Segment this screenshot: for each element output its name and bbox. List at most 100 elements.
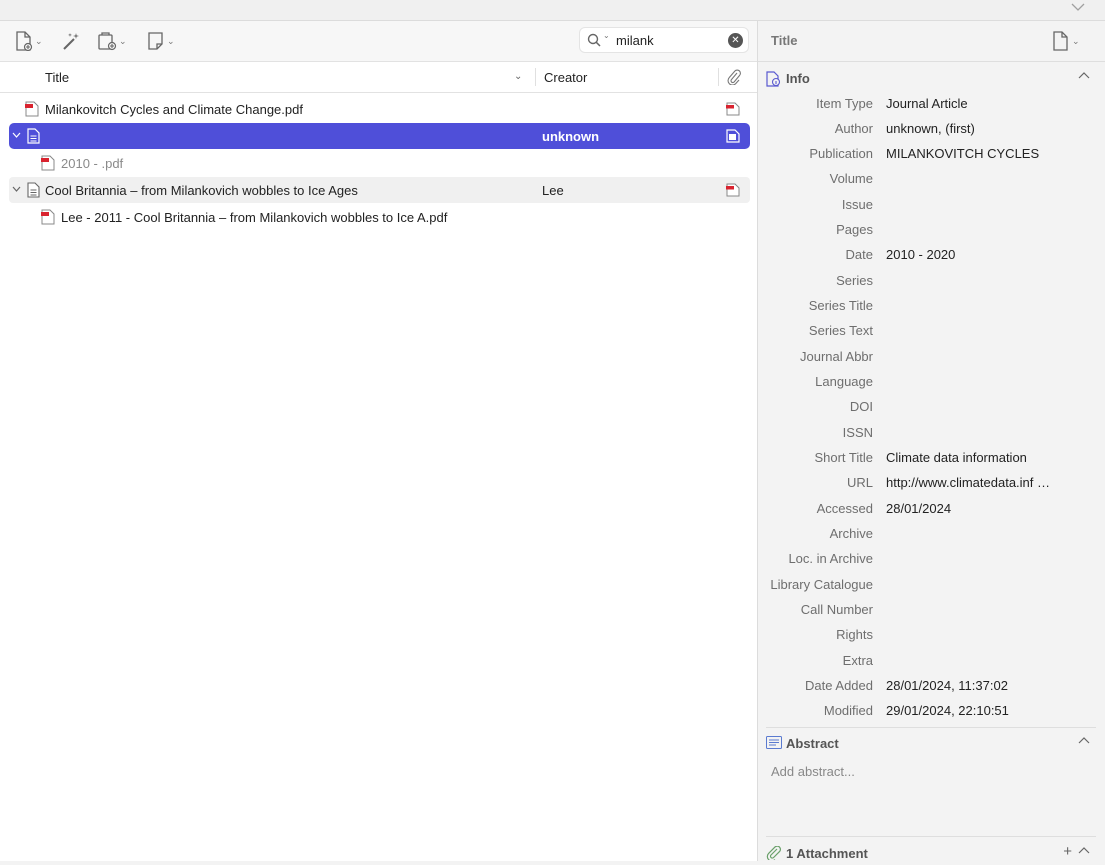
pdf-icon[interactable] — [726, 102, 740, 119]
chevron-down-icon[interactable] — [1071, 0, 1085, 14]
chevron-down-icon: ⌄ — [1072, 35, 1080, 46]
field-item-type[interactable]: Item Type Journal Article — [758, 96, 1105, 118]
magic-wand-icon — [61, 31, 81, 51]
abstract-input[interactable]: Add abstract... — [771, 764, 855, 779]
field-date-added: Date Added 28/01/2024, 11:37:02 — [758, 678, 1105, 700]
chevron-up-icon[interactable] — [1078, 845, 1090, 857]
info-section-header[interactable]: Info — [766, 68, 1096, 90]
field-value[interactable]: Climate data information — [886, 450, 1066, 465]
search-icon[interactable] — [587, 33, 601, 50]
row-creator: Lee — [542, 183, 564, 198]
row-title: Lee - 2011 - Cool Britannia – from Milan… — [61, 210, 448, 225]
table-row[interactable]: Lee - 2011 - Cool Britannia – from Milan… — [9, 204, 750, 230]
chevron-up-icon[interactable] — [1078, 70, 1090, 82]
field-value[interactable]: 28/01/2024 — [886, 501, 1066, 516]
chevron-down-icon: ⌄ — [35, 35, 43, 46]
field-volume[interactable]: Volume — [758, 171, 1105, 193]
field-label: Volume — [829, 171, 873, 186]
column-divider[interactable] — [535, 68, 536, 86]
sort-chevron-icon[interactable]: ⌄ — [514, 71, 522, 82]
field-journal-abbr[interactable]: Journal Abbr — [758, 349, 1105, 371]
paperclip-icon[interactable] — [727, 69, 741, 88]
field-value[interactable]: MILANKOVITCH CYCLES — [886, 146, 1066, 161]
info-icon — [766, 71, 781, 90]
new-item-button[interactable]: ⌄ — [15, 30, 43, 52]
field-label: Modified — [823, 703, 873, 718]
field-label: Loc. in Archive — [788, 551, 873, 566]
table-row[interactable]: Cool Britannia – from Milankovich wobble… — [9, 177, 750, 203]
add-attachment-button[interactable]: ⌄ — [97, 30, 127, 52]
chevron-down-icon: ⌄ — [119, 35, 127, 46]
field-label: Author — [834, 121, 873, 136]
search-mode-chevron-icon[interactable]: ⌄ — [603, 31, 610, 40]
field-label: Language — [815, 374, 873, 389]
search-box[interactable]: ⌄ ✕ — [579, 27, 749, 53]
field-value[interactable]: Journal Article — [886, 96, 1066, 111]
pdf-icon[interactable] — [726, 183, 740, 200]
search-input[interactable] — [616, 31, 716, 49]
field-archive[interactable]: Archive — [758, 526, 1105, 548]
new-note-button[interactable]: ⌄ — [147, 30, 175, 52]
section-divider — [766, 727, 1096, 728]
abstract-icon — [766, 736, 782, 752]
table-row[interactable]: Milankovitch Cycles and Climate Change.p… — [9, 96, 750, 122]
info-section-label: Info — [786, 71, 810, 86]
field-url[interactable]: URL http://www.climatedata.inf … — [758, 475, 1105, 497]
table-row[interactable]: 2010 - .pdf — [9, 150, 750, 176]
field-publication[interactable]: Publication MILANKOVITCH CYCLES — [758, 146, 1105, 168]
column-divider[interactable] — [718, 68, 719, 86]
field-label: Series Text — [808, 323, 873, 338]
window-top-bar — [0, 0, 1105, 21]
field-value: 28/01/2024, 11:37:02 — [886, 678, 1008, 693]
items-pane: ⌄ ⌄ ⌄ ⌄ ✕ Title — [0, 21, 758, 861]
column-title[interactable]: Title — [45, 70, 69, 85]
document-icon[interactable] — [726, 129, 740, 146]
field-label: Library Catalogue — [770, 577, 873, 592]
field-issn[interactable]: ISSN — [758, 425, 1105, 447]
field-label: Date — [845, 247, 873, 262]
field-date[interactable]: Date 2010 - 2020 — [758, 247, 1105, 269]
new-item-icon — [1053, 31, 1068, 51]
field-library-catalogue[interactable]: Library Catalogue — [758, 577, 1105, 599]
field-series-title[interactable]: Series Title — [758, 298, 1105, 320]
chevron-down-icon[interactable] — [12, 130, 21, 140]
add-icon[interactable]: + — [1063, 843, 1072, 860]
field-label: Call Number — [800, 602, 873, 617]
chevron-down-icon[interactable] — [12, 184, 21, 194]
field-label: Pages — [836, 222, 873, 237]
clear-icon[interactable]: ✕ — [728, 33, 743, 48]
add-by-identifier-button[interactable] — [61, 30, 81, 52]
field-value[interactable]: 2010 - 2020 — [886, 247, 1066, 262]
field-series[interactable]: Series — [758, 273, 1105, 295]
field-language[interactable]: Language — [758, 374, 1105, 396]
new-item-icon — [15, 31, 33, 51]
field-call-number[interactable]: Call Number — [758, 602, 1105, 624]
attachments-section-header[interactable]: 1 Attachment + — [766, 843, 1096, 865]
field-label: Item Type — [816, 96, 873, 111]
column-creator[interactable]: Creator — [544, 70, 587, 85]
field-label: DOI — [849, 399, 873, 414]
row-creator: unknown — [542, 129, 600, 144]
field-value[interactable]: unknown, (first) — [886, 121, 1066, 136]
field-label: Date Added — [805, 678, 873, 693]
field-doi[interactable]: DOI — [758, 399, 1105, 421]
field-author[interactable]: Author unknown, (first) — [758, 121, 1105, 143]
field-series-text[interactable]: Series Text — [758, 323, 1105, 345]
field-pages[interactable]: Pages — [758, 222, 1105, 244]
field-loc-in-archive[interactable]: Loc. in Archive — [758, 551, 1105, 573]
abstract-section-label: Abstract — [786, 736, 839, 751]
pdf-icon — [41, 155, 55, 174]
field-short-title[interactable]: Short Title Climate data information — [758, 450, 1105, 472]
field-value: 29/01/2024, 22:10:51 — [886, 703, 1009, 718]
item-pane-title: Title — [771, 33, 798, 48]
field-extra[interactable]: Extra — [758, 653, 1105, 675]
table-row-selected[interactable]: unknown — [9, 123, 750, 149]
field-value[interactable]: http://www.climatedata.inf … — [886, 475, 1066, 490]
field-issue[interactable]: Issue — [758, 197, 1105, 219]
chevron-up-icon[interactable] — [1078, 735, 1090, 747]
field-rights[interactable]: Rights — [758, 627, 1105, 649]
field-accessed[interactable]: Accessed 28/01/2024 — [758, 501, 1105, 523]
field-label: Series — [836, 273, 873, 288]
add-attachment-button[interactable]: ⌄ — [1052, 31, 1080, 51]
abstract-section-header[interactable]: Abstract — [766, 733, 1096, 755]
